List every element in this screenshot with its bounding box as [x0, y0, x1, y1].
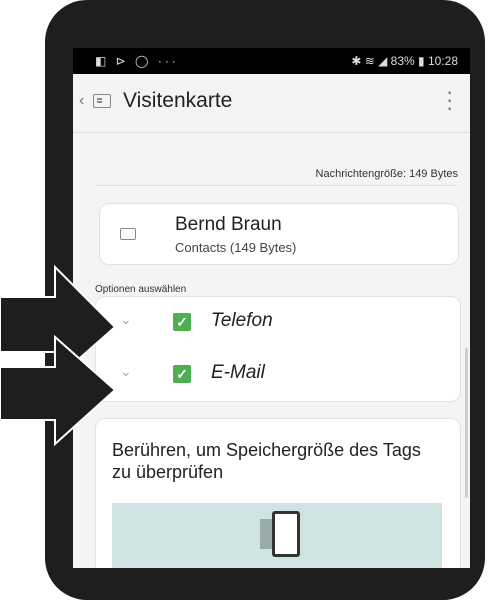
contact-card-icon — [120, 228, 136, 240]
options-list: ⌄ ✓ Telefon ⌄ ✓ E-Mail — [95, 296, 461, 402]
arrow-pointer-email-icon — [0, 334, 117, 447]
app-bar: ‹ Visitenkarte · · · — [73, 74, 470, 132]
checkbox-email[interactable]: ✓ — [173, 365, 191, 383]
tag-illustration — [112, 503, 442, 568]
page-title: Visitenkarte — [123, 89, 233, 112]
business-card-icon — [93, 94, 111, 108]
phone-screen: ◧ ⊳ ◯ ··· ✱ ≋ ◢ 83% ▮ 10:28 ‹ Visitenkar… — [73, 48, 470, 568]
chevron-down-icon[interactable]: ⌄ — [120, 363, 132, 380]
chevron-left-icon[interactable]: ‹ — [79, 92, 84, 110]
status-bar: ◧ ⊳ ◯ ··· ✱ ≋ ◢ 83% ▮ 10:28 — [73, 48, 470, 74]
option-label-email: E-Mail — [211, 362, 265, 383]
option-item-email[interactable]: ⌄ ✓ E-Mail — [96, 349, 460, 401]
option-label-telefon: Telefon — [211, 310, 273, 331]
phone-outline-icon — [272, 511, 300, 557]
contact-subtitle: Contacts (149 Bytes) — [175, 240, 297, 255]
appbar-divider — [73, 132, 470, 133]
message-size: Nachrichtengröße: 149 Bytes — [315, 168, 458, 180]
tag-check-card[interactable]: Berühren, um Speichergröße des Tags zu ü… — [95, 418, 461, 568]
contact-name: Bernd Braun — [175, 214, 282, 235]
scrollbar[interactable] — [465, 348, 468, 498]
status-left-icons: ◧ ⊳ ◯ ··· — [95, 54, 179, 68]
more-vertical-icon[interactable]: · · · — [446, 81, 453, 119]
option-item-telefon[interactable]: ⌄ ✓ Telefon — [96, 297, 460, 349]
chevron-down-icon[interactable]: ⌄ — [120, 311, 132, 328]
checkbox-telefon[interactable]: ✓ — [173, 313, 191, 331]
status-right-indicators: ✱ ≋ ◢ 83% ▮ 10:28 — [351, 54, 458, 68]
section-divider — [97, 185, 457, 186]
contact-card[interactable]: Bernd Braun Contacts (149 Bytes) — [99, 203, 459, 265]
tag-check-text: Berühren, um Speichergröße des Tags zu ü… — [112, 440, 421, 482]
